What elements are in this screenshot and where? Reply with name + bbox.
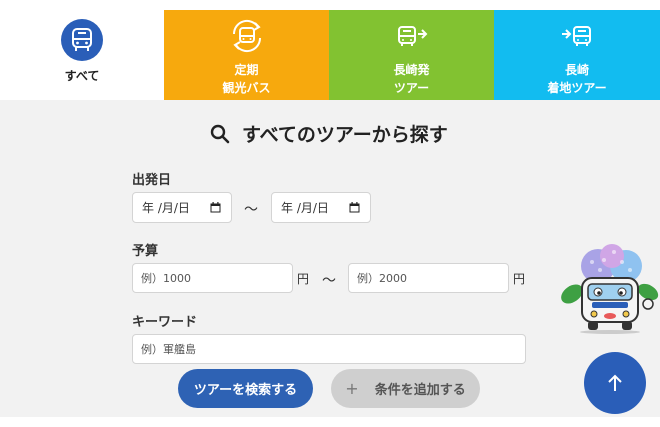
budget-min-placeholder: 例）1000 [141, 272, 191, 285]
search-icon [210, 124, 230, 143]
tab-hatsu-label: 長崎発 ツアー [393, 61, 429, 97]
departure-date-label: 出発日 [132, 173, 172, 188]
keyword-input[interactable]: 例）軍艦島 [132, 334, 526, 364]
keyword-label: キーワード [132, 315, 198, 330]
calendar-icon [349, 202, 360, 213]
tab-chaku-label-line1: 長崎 [564, 63, 589, 77]
calendar-icon [210, 202, 221, 213]
tab-teiki-label-line1: 定期 [234, 63, 259, 77]
departure-from-input[interactable]: 年 /月/日 [132, 192, 232, 223]
departure-to-value: 年 /月/日 [281, 201, 329, 215]
bus-depart-icon [393, 17, 431, 55]
tab-chaku-label: 長崎 着地ツアー [547, 61, 606, 97]
tab-teiki-label: 定期 観光バス [222, 61, 270, 97]
departure-to-input[interactable]: 年 /月/日 [271, 192, 371, 223]
keyword-placeholder: 例）軍艦島 [141, 343, 196, 356]
tab-hatsu-label-line2: ツアー [393, 81, 430, 95]
tab-chaku-label-line2: 着地ツアー [547, 81, 607, 95]
search-tours-button-label: ツアーを検索する [193, 383, 298, 398]
budget-range-separator: 〜 [322, 273, 336, 289]
budget-max-unit: 円 [513, 272, 526, 286]
arrow-up-icon [608, 374, 622, 391]
tab-teiki-label-line2: 観光バス [222, 81, 271, 95]
bus-mascot-hydrangea-icon [561, 244, 659, 334]
tab-hatsu-label-line1: 長崎発 [393, 63, 430, 77]
tab-all-label: すべて [64, 69, 100, 83]
bus-loop-icon [228, 17, 266, 55]
plus-icon: + [345, 379, 359, 398]
add-condition-button-label: 条件を追加する [374, 383, 466, 398]
budget-label: 予算 [132, 244, 159, 259]
date-range-separator: 〜 [244, 202, 258, 218]
bus-arrive-icon [558, 17, 596, 55]
budget-max-placeholder: 例）2000 [357, 272, 407, 285]
search-title: すべてのツアーから探す [210, 120, 448, 147]
add-condition-button[interactable]: + 条件を追加する [331, 369, 480, 408]
tab-all[interactable]: すべて [0, 10, 164, 100]
tab-nagasaki-arrival[interactable]: 長崎 着地ツアー [494, 10, 660, 100]
bus-front-icon [61, 19, 103, 61]
category-tabs: すべて 定期 観光バス 長崎発 ツアー 長崎 着地ツアー [0, 10, 660, 100]
departure-from-value: 年 /月/日 [142, 201, 190, 215]
search-tours-button[interactable]: ツアーを検索する [178, 369, 313, 408]
search-title-text: すべてのツアーから探す [242, 124, 448, 146]
budget-min-input[interactable]: 例）1000 [132, 263, 293, 293]
budget-max-input[interactable]: 例）2000 [348, 263, 509, 293]
budget-min-unit: 円 [297, 272, 310, 286]
scroll-to-top-button[interactable] [584, 352, 646, 414]
tab-nagasaki-departure[interactable]: 長崎発 ツアー [329, 10, 494, 100]
tab-teiki-kanko-bus[interactable]: 定期 観光バス [164, 10, 329, 100]
